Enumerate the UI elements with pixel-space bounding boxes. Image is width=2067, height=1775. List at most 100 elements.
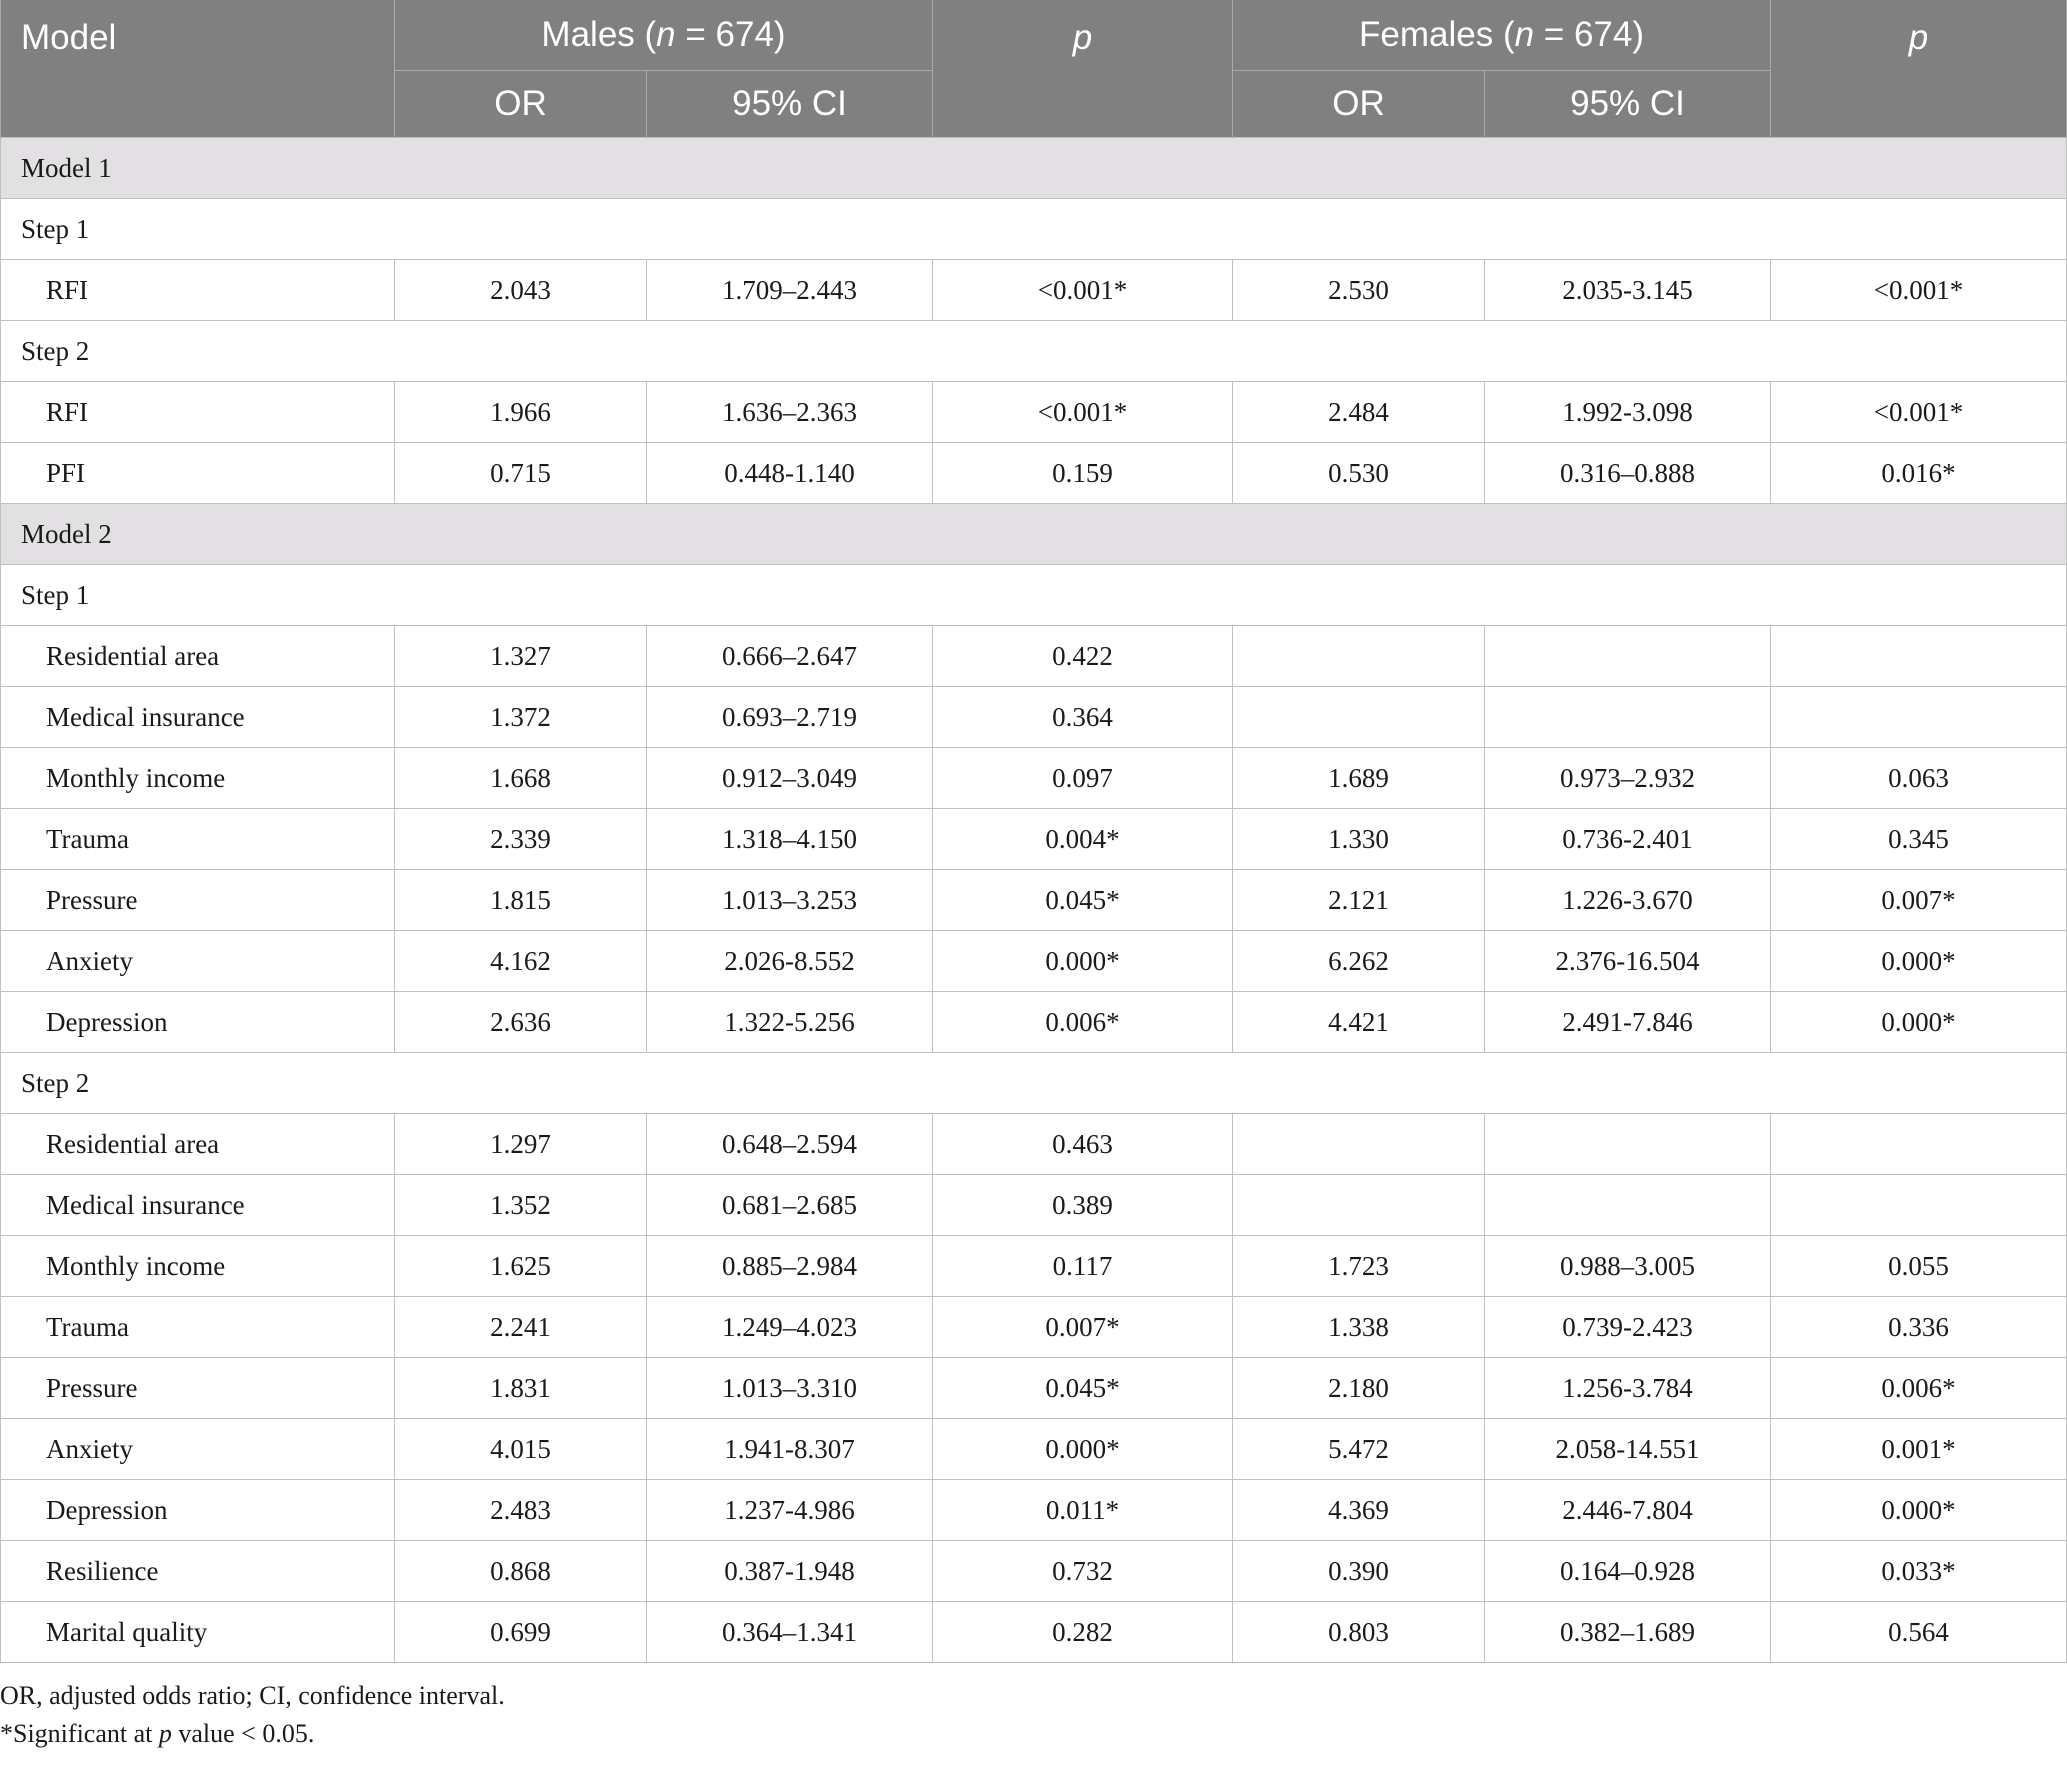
males-ci-cell: 0.885–2.984 — [645, 1235, 934, 1297]
variable-name: Depression — [0, 1479, 395, 1541]
step-label: Step 1 — [0, 564, 2067, 626]
females-p-cell: 0.006* — [1770, 1357, 2067, 1419]
variable-name: Trauma — [0, 1296, 395, 1358]
footnote-significance: *Significant at p value < 0.05. — [0, 1719, 315, 1748]
variable-name: Monthly income — [0, 1235, 395, 1297]
males-ci-cell: 0.364–1.341 — [645, 1601, 934, 1663]
header-females-or: OR — [1232, 70, 1486, 138]
females-ci-cell: 2.376-16.504 — [1484, 930, 1772, 992]
males-ci-cell: 0.666–2.647 — [645, 625, 934, 687]
table-row: Anxiety 4.015 1.941-8.307 0.000* 5.472 2.058-… — [0, 1418, 2067, 1480]
females-p-cell — [1770, 1113, 2067, 1175]
males-p-cell: 0.422 — [932, 625, 1234, 687]
females-ci-cell: 1.226-3.670 — [1484, 869, 1772, 931]
step-label: Step 1 — [0, 198, 2067, 260]
model2-label: Model 2 — [0, 503, 2067, 565]
females-p-cell: <0.001* — [1770, 381, 2067, 443]
females-or-cell: 2.484 — [1232, 381, 1486, 443]
males-p-cell: <0.001* — [932, 259, 1234, 321]
females-ci-cell: 2.446-7.804 — [1484, 1479, 1772, 1541]
males-ci-cell: 0.648–2.594 — [645, 1113, 934, 1175]
females-ci-cell: 1.992-3.098 — [1484, 381, 1772, 443]
females-ci-cell — [1484, 625, 1772, 687]
females-p-cell: 0.000* — [1770, 1479, 2067, 1541]
model2-step1-row: Step 1 — [0, 564, 2067, 626]
males-p-cell: 0.004* — [932, 808, 1234, 870]
males-or-cell: 4.162 — [394, 930, 647, 992]
females-or-cell: 0.390 — [1232, 1540, 1486, 1602]
header-males-or: OR — [394, 70, 647, 138]
variable-name: Pressure — [0, 1357, 395, 1419]
males-or-cell: 2.241 — [394, 1296, 647, 1358]
table-row: Marital quality 0.699 0.364–1.341 0.282 0.80… — [0, 1601, 2067, 1663]
females-ci-cell: 0.316–0.888 — [1484, 442, 1772, 504]
table-row: Depression 2.483 1.237-4.986 0.011* 4.369 2.4… — [0, 1479, 2067, 1541]
females-ci-cell — [1484, 1113, 1772, 1175]
table-row: RFI 2.043 1.709–2.443 <0.001* 2.530 2.035-3.1… — [0, 259, 2067, 321]
variable-name: Depression — [0, 991, 395, 1053]
females-ci-cell: 0.739-2.423 — [1484, 1296, 1772, 1358]
males-ci-cell: 1.013–3.253 — [645, 869, 934, 931]
males-p-cell: 0.732 — [932, 1540, 1234, 1602]
males-ci-cell: 0.387-1.948 — [645, 1540, 934, 1602]
males-or-cell: 0.715 — [394, 442, 647, 504]
table-row: Medical insurance 1.372 0.693–2.719 0.364 — [0, 686, 2067, 748]
males-or-cell: 0.699 — [394, 1601, 647, 1663]
females-ci-cell: 0.382–1.689 — [1484, 1601, 1772, 1663]
variable-name: Medical insurance — [0, 1174, 395, 1236]
females-or-cell: 1.689 — [1232, 747, 1486, 809]
females-or-cell: 6.262 — [1232, 930, 1486, 992]
table-header: Model Males (n = 674) p Females (n = 674… — [0, 0, 2067, 138]
males-p-cell: 0.282 — [932, 1601, 1234, 1663]
variable-name: Residential area — [0, 1113, 395, 1175]
males-or-cell: 1.297 — [394, 1113, 647, 1175]
females-or-cell: 0.803 — [1232, 1601, 1486, 1663]
variable-name: Resilience — [0, 1540, 395, 1602]
males-p-cell: 0.000* — [932, 1418, 1234, 1480]
females-or-cell: 1.330 — [1232, 808, 1486, 870]
males-ci-cell: 1.941-8.307 — [645, 1418, 934, 1480]
results-table: Model Males (n = 674) p Females (n = 674… — [0, 0, 2067, 1663]
model2-section-row: Model 2 — [0, 503, 2067, 565]
males-ci-cell: 0.912–3.049 — [645, 747, 934, 809]
table-row: Resilience 0.868 0.387-1.948 0.732 0.390 0.16… — [0, 1540, 2067, 1602]
header-males-p: p — [932, 0, 1234, 138]
females-ci-cell — [1484, 1174, 1772, 1236]
females-p-cell: <0.001* — [1770, 259, 2067, 321]
table-row: Monthly income 1.668 0.912–3.049 0.097 1.689… — [0, 747, 2067, 809]
table-row: Depression 2.636 1.322-5.256 0.006* 4.421 2.4… — [0, 991, 2067, 1053]
variable-name: RFI — [0, 381, 395, 443]
table-body: Model 1 Step 1 RFI 2.043 1.709–2.443 <0.001* 2… — [0, 137, 2067, 1663]
variable-name: PFI — [0, 442, 395, 504]
table-row: PFI 0.715 0.448-1.140 0.159 0.530 0.316–0.888… — [0, 442, 2067, 504]
females-p-cell: 0.345 — [1770, 808, 2067, 870]
table-row: Pressure 1.831 1.013–3.310 0.045* 2.180 1.256… — [0, 1357, 2067, 1419]
males-p-cell: 0.463 — [932, 1113, 1234, 1175]
males-p-cell: 0.389 — [932, 1174, 1234, 1236]
header-females-ci: 95% CI — [1484, 70, 1772, 138]
males-or-cell: 2.339 — [394, 808, 647, 870]
females-p-cell: 0.336 — [1770, 1296, 2067, 1358]
males-or-cell: 2.636 — [394, 991, 647, 1053]
females-or-cell: 1.338 — [1232, 1296, 1486, 1358]
females-ci-cell: 0.988–3.005 — [1484, 1235, 1772, 1297]
table-row: RFI 1.966 1.636–2.363 <0.001* 2.484 1.992-3.0… — [0, 381, 2067, 443]
table-figure: Model Males (n = 674) p Females (n = 674… — [0, 0, 2067, 1753]
females-or-cell — [1232, 1174, 1486, 1236]
table-row: Trauma 2.339 1.318–4.150 0.004* 1.330 0.736-2… — [0, 808, 2067, 870]
males-p-cell: 0.097 — [932, 747, 1234, 809]
males-or-cell: 0.868 — [394, 1540, 647, 1602]
variable-name: Anxiety — [0, 930, 395, 992]
males-ci-cell: 1.709–2.443 — [645, 259, 934, 321]
females-p-cell: 0.000* — [1770, 991, 2067, 1053]
header-model: Model — [0, 0, 395, 138]
footnote-abbreviations: OR, adjusted odds ratio; CI, confidence … — [0, 1681, 505, 1710]
females-ci-cell — [1484, 686, 1772, 748]
males-ci-cell: 1.013–3.310 — [645, 1357, 934, 1419]
variable-name: Residential area — [0, 625, 395, 687]
females-or-cell: 1.723 — [1232, 1235, 1486, 1297]
males-or-cell: 4.015 — [394, 1418, 647, 1480]
males-p-cell: 0.000* — [932, 930, 1234, 992]
males-ci-cell: 2.026-8.552 — [645, 930, 934, 992]
females-or-cell: 2.530 — [1232, 259, 1486, 321]
